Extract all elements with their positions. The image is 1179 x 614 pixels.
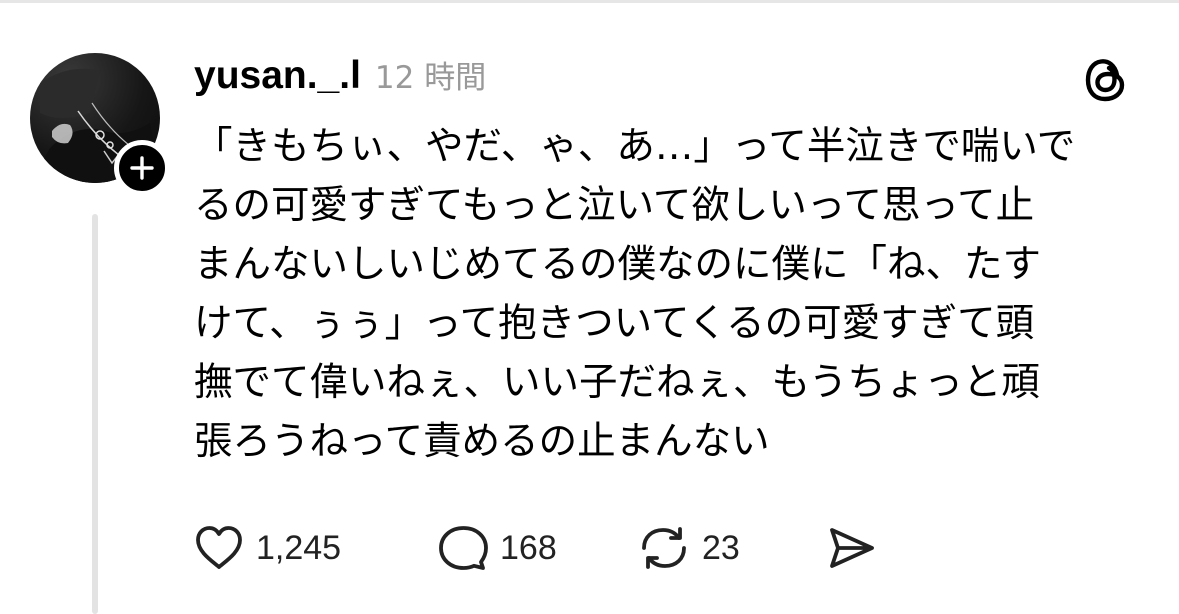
threads-logo-icon[interactable] xyxy=(1084,54,1130,104)
share-button[interactable] xyxy=(824,524,884,572)
follow-button[interactable] xyxy=(114,140,170,196)
repost-count: 23 xyxy=(702,528,740,567)
action-bar: 1,245 168 23 xyxy=(192,524,884,572)
post-text-line: 撫でて偉いねぇ、いい子だねぇ、もうちょっと頑 xyxy=(194,360,1040,405)
repost-button[interactable]: 23 xyxy=(636,524,824,572)
post-text-line: るの可愛すぎてもっと泣いて欲しいって思って止 xyxy=(194,183,1035,228)
heart-icon xyxy=(196,526,242,569)
post-header: yusan._.l 12 時間 xyxy=(194,52,486,100)
thread-connector-line xyxy=(92,214,98,614)
avatar-container[interactable] xyxy=(30,53,170,196)
post-text-line: 「きもちぃ、やだ、ゃ、あ…」って半泣きで喘いで xyxy=(194,124,1076,169)
send-icon xyxy=(830,528,874,568)
post-text-line: 張ろうねって責めるの止まんない xyxy=(194,419,770,464)
repost-icon xyxy=(642,527,686,569)
username-link[interactable]: yusan._.l xyxy=(194,54,361,98)
post-text-line: まんないしいじめてるの僕なのに僕に「ね、たす xyxy=(194,242,1042,287)
comment-bubble-icon xyxy=(439,526,488,570)
top-divider xyxy=(0,0,1179,3)
like-button[interactable]: 1,245 xyxy=(192,524,436,572)
post-text-line: けて、ぅぅ」って抱きついてくるの可愛すぎて頭 xyxy=(194,301,1035,346)
post-timestamp: 12 時間 xyxy=(374,60,487,96)
post-text: 「きもちぃ、やだ、ゃ、あ…」って半泣きで喘いで るの可愛すぎてもっと泣いて欲しい… xyxy=(194,117,1154,471)
reply-count: 168 xyxy=(500,528,557,567)
plus-icon xyxy=(130,156,154,180)
reply-button[interactable]: 168 xyxy=(436,524,636,572)
like-count: 1,245 xyxy=(256,528,342,567)
